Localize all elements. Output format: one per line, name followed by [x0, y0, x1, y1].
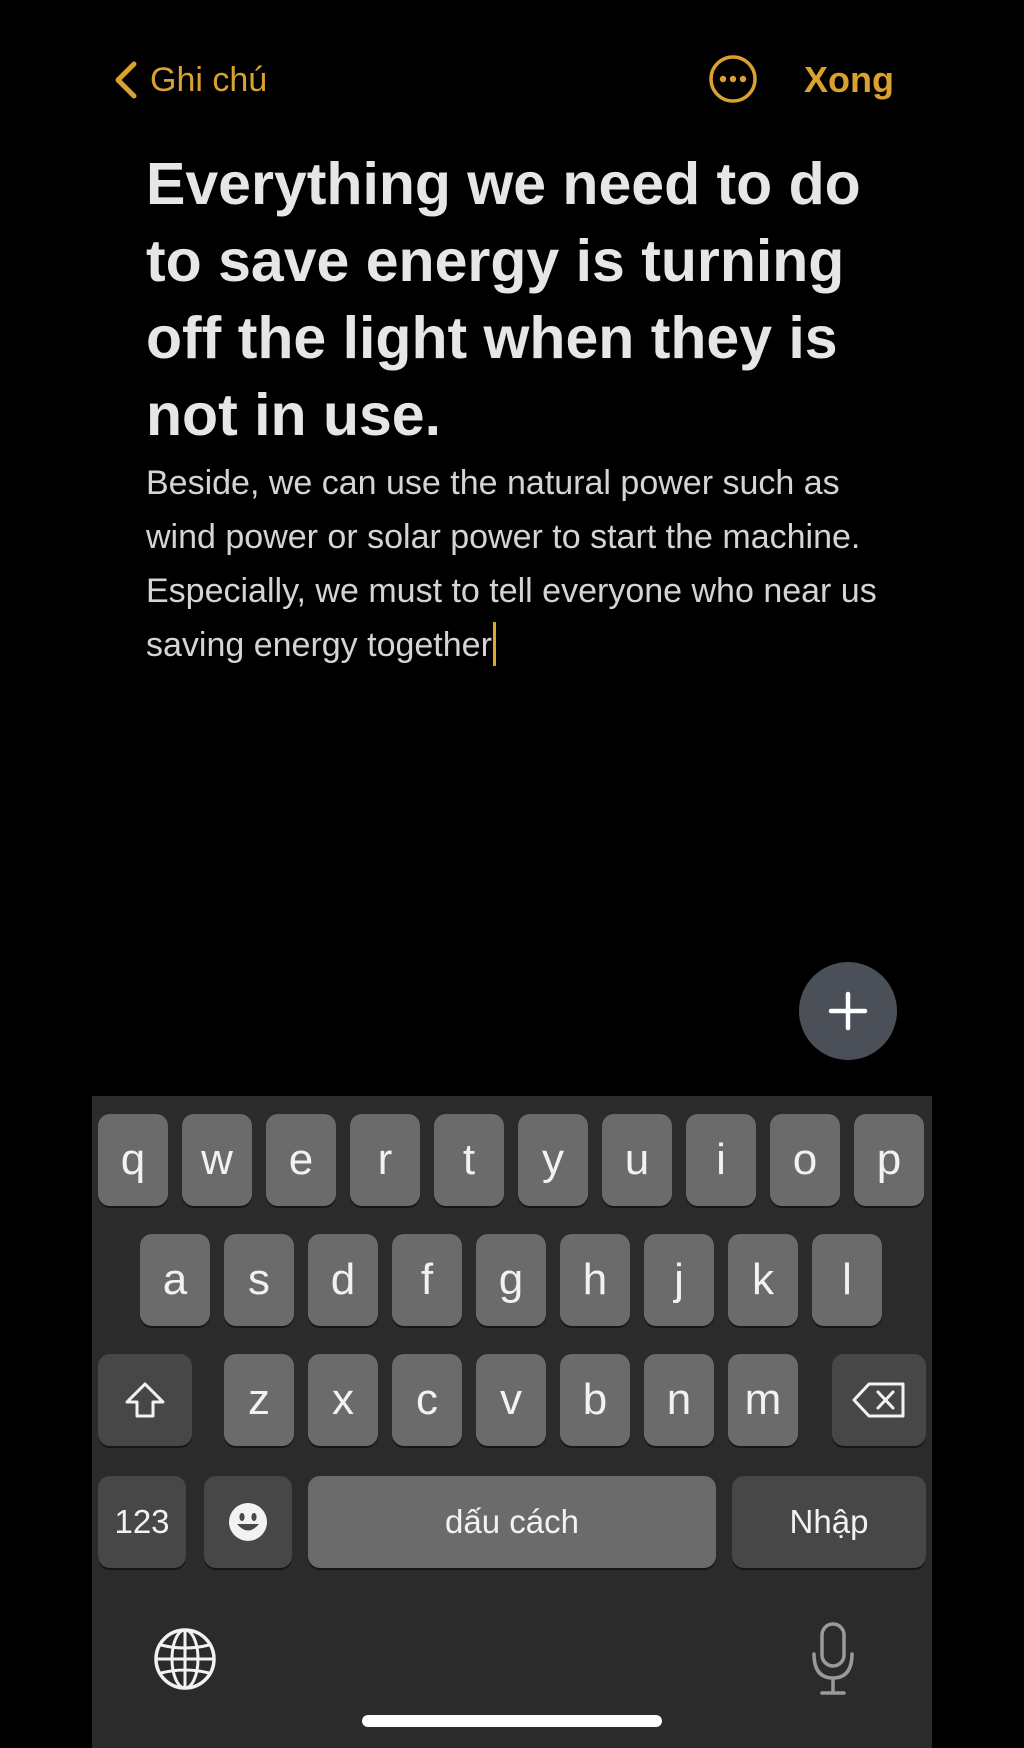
globe-button[interactable]	[150, 1624, 220, 1694]
key-label: p	[876, 1135, 902, 1184]
note-title[interactable]: Everything we need to do to save energy …	[146, 146, 886, 454]
key-o[interactable]: o	[770, 1114, 840, 1206]
key-k[interactable]: k	[728, 1234, 798, 1326]
key-label: t	[462, 1135, 476, 1184]
key-m[interactable]: m	[728, 1354, 798, 1446]
key-label: m	[744, 1375, 782, 1424]
key-x[interactable]: x	[308, 1354, 378, 1446]
key-label: w	[201, 1135, 233, 1184]
microphone-button[interactable]	[808, 1620, 858, 1700]
key-label: s	[248, 1255, 270, 1304]
key-label: u	[624, 1135, 650, 1184]
key-label: b	[582, 1375, 608, 1424]
note-editor[interactable]: Everything we need to do to save energy …	[146, 146, 886, 672]
notes-screen: Ghi chú Xong Everything we need to do to…	[92, 0, 932, 1748]
key-label: k	[752, 1255, 774, 1304]
emoji-key[interactable]	[204, 1476, 292, 1568]
key-label: n	[666, 1375, 692, 1424]
key-w[interactable]: w	[182, 1114, 252, 1206]
emoji-icon	[229, 1503, 267, 1541]
delete-key[interactable]	[832, 1354, 926, 1446]
key-a[interactable]: a	[140, 1234, 210, 1326]
microphone-icon	[812, 1622, 854, 1695]
key-g[interactable]: g	[476, 1234, 546, 1326]
note-body-text: Beside, we can use the natural power suc…	[146, 464, 877, 664]
chevron-left-icon	[115, 61, 137, 99]
key-u[interactable]: u	[602, 1114, 672, 1206]
key-label: dấu cách	[445, 1503, 579, 1540]
key-label: 123	[114, 1503, 170, 1540]
key-label: j	[674, 1255, 684, 1304]
key-label: Nhập	[789, 1503, 869, 1540]
key-label: o	[792, 1135, 818, 1184]
key-label: y	[542, 1135, 564, 1184]
key-label: i	[716, 1135, 726, 1184]
key-label: r	[377, 1135, 393, 1184]
back-label: Ghi chú	[150, 60, 268, 99]
key-label: l	[842, 1255, 852, 1304]
key-label: f	[420, 1255, 434, 1304]
key-v[interactable]: v	[476, 1354, 546, 1446]
key-e[interactable]: e	[266, 1114, 336, 1206]
shift-key[interactable]	[98, 1354, 192, 1446]
key-y[interactable]: y	[518, 1114, 588, 1206]
globe-icon	[154, 1628, 216, 1690]
key-label: e	[288, 1135, 314, 1184]
backspace-icon	[852, 1382, 905, 1418]
key-d[interactable]: d	[308, 1234, 378, 1326]
note-body[interactable]: Beside, we can use the natural power suc…	[146, 456, 886, 672]
key-label: v	[500, 1375, 522, 1424]
key-i[interactable]: i	[686, 1114, 756, 1206]
key-z[interactable]: z	[224, 1354, 294, 1446]
keyboard: q w e r t y u i o p a s d f g h j k l z …	[92, 1096, 932, 1748]
key-label: x	[332, 1375, 354, 1424]
numbers-key[interactable]: 123	[98, 1476, 186, 1568]
key-label: z	[248, 1375, 270, 1424]
key-label: c	[416, 1375, 438, 1424]
done-button[interactable]: Xong	[804, 52, 894, 108]
key-q[interactable]: q	[98, 1114, 168, 1206]
key-s[interactable]: s	[224, 1234, 294, 1326]
key-label: g	[498, 1255, 524, 1304]
key-t[interactable]: t	[434, 1114, 504, 1206]
space-key[interactable]: dấu cách	[308, 1476, 716, 1568]
key-c[interactable]: c	[392, 1354, 462, 1446]
key-n[interactable]: n	[644, 1354, 714, 1446]
back-button[interactable]: Ghi chú	[110, 52, 267, 108]
key-r[interactable]: r	[350, 1114, 420, 1206]
key-j[interactable]: j	[644, 1234, 714, 1326]
key-h[interactable]: h	[560, 1234, 630, 1326]
add-button[interactable]	[799, 962, 897, 1060]
key-label: a	[162, 1255, 188, 1304]
key-b[interactable]: b	[560, 1354, 630, 1446]
more-button[interactable]	[708, 54, 758, 104]
key-label: d	[330, 1255, 356, 1304]
key-p[interactable]: p	[854, 1114, 924, 1206]
home-indicator[interactable]	[362, 1715, 662, 1727]
plus-icon	[828, 991, 868, 1031]
return-key[interactable]: Nhập	[732, 1476, 926, 1568]
key-label: q	[120, 1135, 146, 1184]
key-label: h	[582, 1255, 608, 1304]
text-cursor	[492, 622, 496, 666]
key-f[interactable]: f	[392, 1234, 462, 1326]
ellipsis-circle-icon	[709, 55, 757, 103]
shift-icon	[125, 1382, 165, 1418]
key-l[interactable]: l	[812, 1234, 882, 1326]
